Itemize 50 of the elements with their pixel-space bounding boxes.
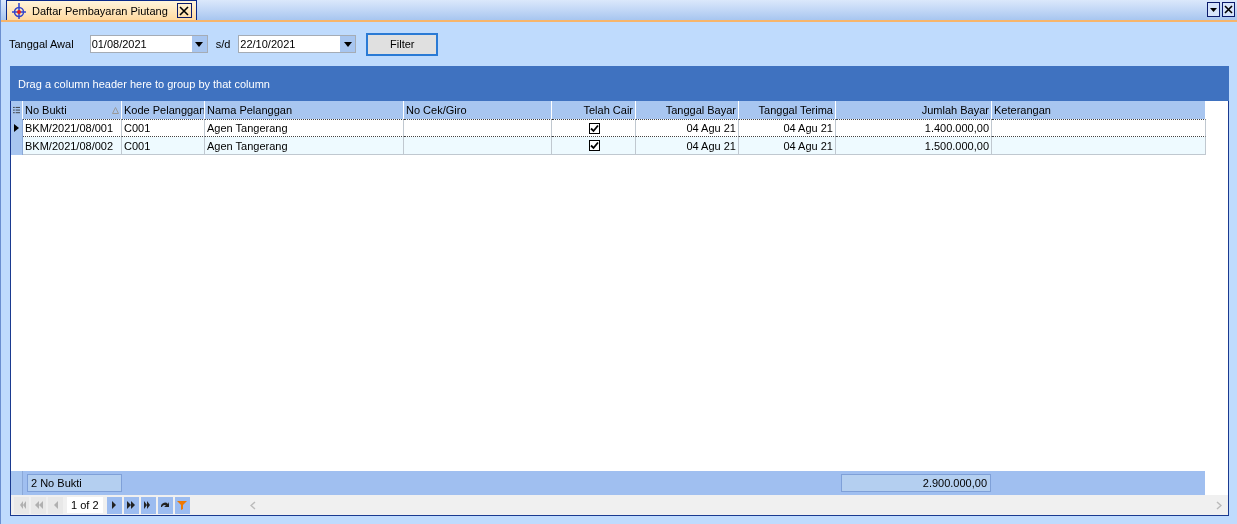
table-cell: Agen Tangerang bbox=[207, 139, 288, 152]
column-header[interactable]: No Cek/Giro bbox=[404, 101, 552, 119]
dropdown-icon bbox=[195, 41, 204, 47]
table-cell: 04 Agu 21 bbox=[686, 139, 736, 152]
last-button[interactable] bbox=[140, 496, 156, 514]
close-icon bbox=[179, 5, 190, 16]
dropdown-icon bbox=[1209, 5, 1218, 14]
checkbox[interactable] bbox=[589, 140, 600, 151]
table-cell: 04 Agu 21 bbox=[686, 122, 736, 134]
tab-title: Daftar Pembayaran Piutang bbox=[32, 4, 168, 17]
checkbox[interactable] bbox=[589, 122, 600, 134]
target-icon bbox=[11, 2, 27, 19]
date-separator: s/d bbox=[215, 38, 231, 50]
column-header[interactable]: Tanggal Terima bbox=[739, 101, 836, 119]
table-cell: BKM/2021/08/001 bbox=[25, 122, 114, 134]
date-from-label: Tanggal Awal bbox=[9, 38, 74, 50]
group-hint: Drag a column header here to group by that column bbox=[18, 77, 270, 90]
close-button[interactable] bbox=[1222, 2, 1235, 17]
column-header[interactable]: Tanggal Bayar bbox=[636, 101, 739, 119]
table-cell: BKM/2021/08/002 bbox=[25, 139, 114, 152]
column-header[interactable]: Telah Cair bbox=[552, 101, 636, 119]
column-header[interactable]: Nama Pelanggan bbox=[205, 101, 404, 119]
next-button[interactable] bbox=[106, 496, 122, 514]
table-cell: C001 bbox=[124, 122, 151, 134]
dropdown-button[interactable] bbox=[1207, 2, 1220, 17]
filter-button[interactable]: Filter bbox=[366, 32, 439, 56]
close-icon bbox=[1224, 5, 1233, 14]
count-summary: 2 No Bukti bbox=[27, 474, 122, 492]
column-header[interactable]: Kode Pelanggan bbox=[122, 101, 205, 119]
column-header[interactable]: No Bukti bbox=[23, 101, 122, 119]
double-right-icon bbox=[125, 499, 138, 511]
table-cell: 1.500.000,00 bbox=[924, 139, 989, 152]
table-cell: C001 bbox=[124, 139, 151, 152]
page-indicator: 1 of 2 bbox=[67, 497, 103, 513]
column-header[interactable]: Keterangan bbox=[992, 101, 1206, 119]
close-tab-button[interactable] bbox=[176, 3, 192, 18]
refresh-button[interactable] bbox=[157, 496, 173, 514]
document-tab[interactable]: Daftar Pembayaran Piutang bbox=[6, 0, 197, 20]
table-cell: Agen Tangerang bbox=[207, 122, 288, 134]
date-from-field[interactable]: 01/08/2021 bbox=[89, 35, 208, 53]
table-cell: 1.400.000,00 bbox=[924, 122, 989, 134]
dropdown-icon bbox=[343, 41, 352, 47]
total-summary: 2.900.000,00 bbox=[841, 474, 991, 492]
column-chooser-icon[interactable] bbox=[11, 101, 23, 119]
date-to-field[interactable]: 22/10/2021 bbox=[238, 35, 357, 53]
table-cell: 04 Agu 21 bbox=[783, 122, 833, 134]
next-page-button[interactable] bbox=[123, 496, 139, 514]
table-cell: 04 Agu 21 bbox=[783, 139, 833, 152]
filter-icon bbox=[176, 499, 189, 511]
column-header[interactable]: Jumlah Bayar bbox=[836, 101, 992, 119]
